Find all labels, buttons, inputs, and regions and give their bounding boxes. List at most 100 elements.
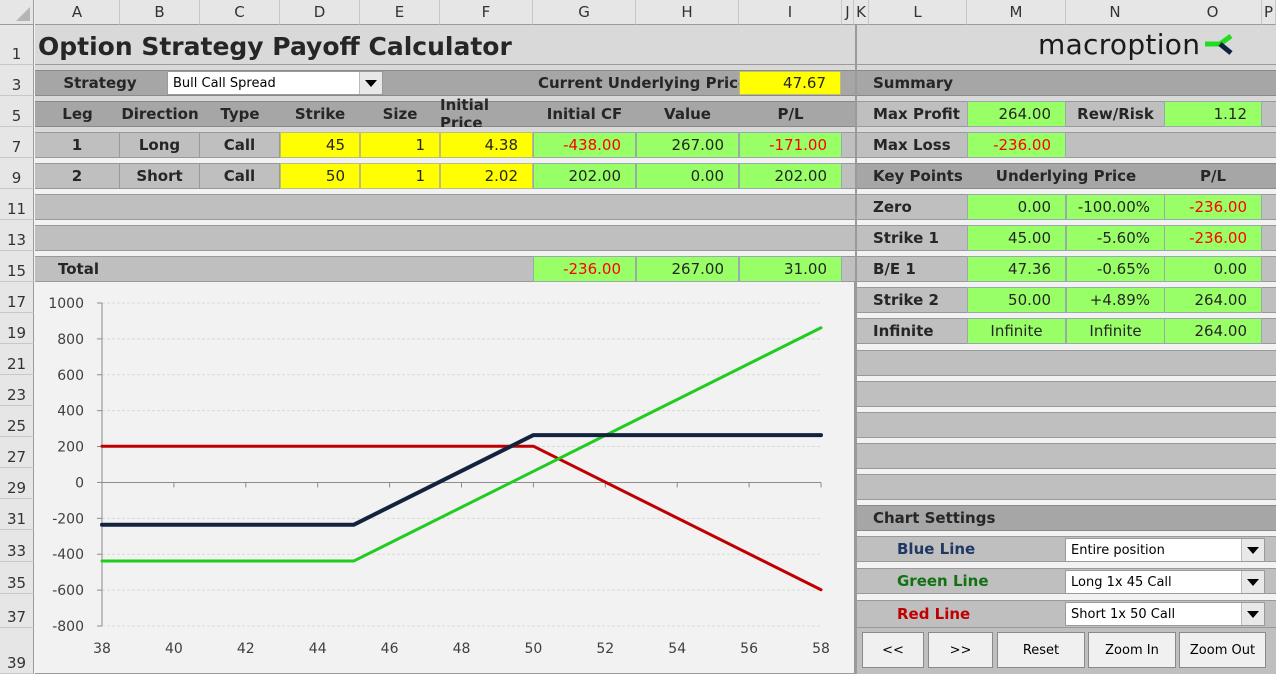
reset-button[interactable]: Reset [997,632,1085,668]
x-tick-label: 58 [812,641,830,657]
column-header[interactable]: A [35,0,120,25]
column-header[interactable]: F [440,0,533,25]
key-point-price: 0.00 [967,194,1066,220]
row-header[interactable]: 25 [0,406,34,437]
y-tick-label: 400 [57,404,84,420]
column-header[interactable]: E [360,0,440,25]
row-header[interactable]: 33 [0,530,34,562]
row-header[interactable]: 13 [0,220,34,251]
leg-initial-cf-cell: -438.00 [533,132,636,158]
column-header[interactable]: L [869,0,967,25]
row-header[interactable]: 1 [0,25,34,65]
key-point-pct: -100.00% [1066,194,1165,220]
column-header[interactable]: M [967,0,1066,25]
y-tick-label: -400 [52,547,84,563]
underlying-price-input[interactable]: 47.67 [739,71,841,95]
leg-pl-cell: -171.00 [739,132,842,158]
row-number: 5 [11,107,22,125]
row-number: 37 [6,608,27,626]
legs-column-header: P/L [777,105,804,123]
row-number: 19 [6,324,27,342]
underlying-price-label: Current Underlying Price [538,74,749,92]
row-number: 17 [6,293,27,311]
key-point-name: Strike 1 [873,229,939,247]
key-point-price: 47.36 [967,256,1066,282]
row-header[interactable]: 15 [0,251,34,282]
column-header[interactable]: I [739,0,842,25]
column-header[interactable]: B [120,0,200,25]
strategy-select[interactable]: Bull Call Spread [167,71,383,95]
column-header[interactable]: J [842,0,854,25]
column-header[interactable]: K [854,0,869,25]
leg-pl-cell: 202.00 [739,163,842,189]
strategy-select-value: Bull Call Spread [173,75,276,91]
legs-column-header: Initial CF [546,105,623,123]
row-number: 33 [6,542,27,560]
chevron-down-icon[interactable] [1241,603,1264,625]
row-header[interactable]: 3 [0,65,34,96]
row-number: 1 [11,45,22,63]
row-number: 3 [11,76,22,94]
column-header[interactable]: C [200,0,280,25]
row-number: 13 [6,231,27,249]
row-header[interactable]: 35 [0,562,34,594]
row-header[interactable]: 31 [0,499,34,530]
macroption-logo-icon [1205,33,1233,55]
column-header[interactable]: D [280,0,360,25]
select-all-corner[interactable] [0,0,34,25]
column-header[interactable]: P [1262,0,1276,25]
row-header[interactable]: 17 [0,282,34,313]
leg-strike-cell[interactable]: 45 [280,132,360,158]
row-number: 29 [6,479,27,497]
logo-text: macroption [1038,28,1201,61]
column-header[interactable]: N [1066,0,1165,25]
legs-column-header: Leg [62,105,93,123]
chevron-down-icon[interactable] [359,72,382,94]
zoom-out-button[interactable]: Zoom Out [1179,632,1266,668]
leg-initial-cf-cell: 202.00 [533,163,636,189]
column-header[interactable]: O [1164,0,1262,25]
leg-strike-cell[interactable]: 50 [280,163,360,189]
empty-leg-row [35,225,855,251]
red-line-select[interactable]: Short 1x 50 Call [1065,602,1265,626]
row-header[interactable]: 23 [0,375,34,406]
row-header[interactable]: 37 [0,594,34,628]
row-header[interactable]: 29 [0,468,34,499]
payoff-chart[interactable]: 1000 800 600 400 200 0 -200 -400 -600 -800 38 40 42 4… [35,282,855,674]
leg-value-cell: 267.00 [636,132,739,158]
chevron-down-icon[interactable] [1241,539,1264,561]
row-header[interactable]: 5 [0,96,34,127]
leg-leg-cell: 2 [35,163,120,189]
x-tick-label: 48 [453,641,471,657]
key-point-name: Infinite [873,322,934,340]
leg-initial-price-cell[interactable]: 2.02 [440,163,533,189]
scroll-right-button[interactable]: >> [928,632,993,668]
strategy-label: Strategy [63,74,137,92]
y-tick-label: 0 [75,475,84,491]
row-header[interactable]: 21 [0,344,34,375]
row-header[interactable]: 11 [0,189,34,220]
leg-initial-price-cell[interactable]: 4.38 [440,132,533,158]
row-number: 21 [6,355,27,373]
row-header[interactable]: 39 [0,628,34,674]
leg-size-cell[interactable]: 1 [360,163,440,189]
green-line-select[interactable]: Long 1x 45 Call [1065,570,1265,594]
blue-line-select[interactable]: Entire position [1065,538,1265,562]
column-header[interactable]: G [533,0,636,25]
row-number: 15 [6,262,27,280]
key-points-header: Key Points [873,167,963,185]
column-header[interactable]: H [636,0,739,25]
row-header[interactable]: 9 [0,158,34,189]
scroll-left-button[interactable]: << [862,632,924,668]
chevron-down-icon[interactable] [1241,571,1264,593]
zoom-in-button[interactable]: Zoom In [1088,632,1176,668]
column-divider [855,25,857,674]
row-header[interactable]: 7 [0,127,34,158]
x-tick-label: 52 [596,641,614,657]
row-header[interactable]: 27 [0,437,34,468]
legs-column-header: Size [382,105,418,123]
row-header[interactable]: 19 [0,313,34,344]
key-point-pct: -0.65% [1066,256,1165,282]
empty-row [857,381,1276,407]
leg-size-cell[interactable]: 1 [360,132,440,158]
